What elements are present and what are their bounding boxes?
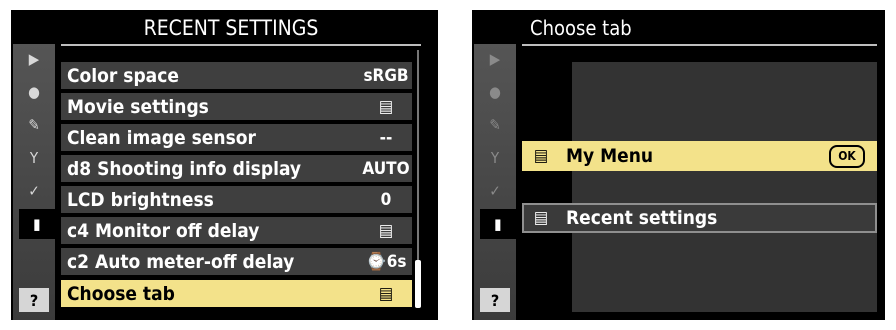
tab-icon: ▤ (378, 283, 394, 304)
menu-sidebar: ▶ ● ✎ Y ✓ ▮ ? (13, 44, 55, 320)
menu-item-clean-image-sensor[interactable]: Clean image sensor -- (61, 124, 412, 151)
option-my-menu[interactable]: ▤ My Menu OK (522, 141, 877, 171)
menu-item-monitor-off-delay[interactable]: c4 Monitor off delay ▤ (61, 217, 412, 244)
custom-settings-icon[interactable]: ✎ (474, 110, 516, 140)
menu-item-label: Movie settings (67, 95, 209, 118)
shooting-menu-icon[interactable]: ● (474, 77, 516, 107)
option-label: Recent settings (566, 207, 718, 229)
menu-item-shooting-info-display[interactable]: d8 Shooting info display AUTO (61, 155, 412, 182)
custom-settings-icon[interactable]: ✎ (13, 110, 55, 140)
retouch-menu-icon[interactable]: ✓ (474, 176, 516, 206)
menu-item-label: Color space (67, 64, 179, 87)
playback-menu-icon[interactable]: ▶ (474, 44, 516, 74)
menu-item-label: LCD brightness (67, 188, 214, 211)
my-menu-icon: ▤ (533, 146, 549, 166)
dimmed-background-panel (572, 62, 877, 312)
menu-item-label: c2 Auto meter-off delay (67, 250, 295, 273)
submenu-icon: ▤ (378, 96, 394, 117)
option-recent-settings[interactable]: ▤ Recent settings (522, 203, 877, 233)
menu-item-value: -- (379, 127, 393, 148)
title-divider (61, 44, 421, 46)
option-label: My Menu (566, 145, 654, 167)
recent-settings-screen: RECENT SETTINGS ▶ ● ✎ Y ✓ ▮ ? Color spac… (11, 10, 438, 320)
menu-item-label: Clean image sensor (67, 126, 256, 149)
menu-item-label: c4 Monitor off delay (67, 219, 260, 242)
ok-button[interactable]: OK (829, 144, 865, 168)
submenu-icon: ▤ (378, 220, 394, 241)
title-divider (522, 44, 877, 46)
scrollbar-thumb[interactable] (415, 260, 421, 308)
menu-item-label: d8 Shooting info display (67, 157, 302, 180)
menu-item-choose-tab[interactable]: Choose tab ▤ (61, 280, 412, 307)
menu-item-value: ⌚6s (365, 251, 407, 272)
menu-item-auto-meter-off-delay[interactable]: c2 Auto meter-off delay ⌚6s (61, 248, 412, 275)
retouch-menu-icon[interactable]: ✓ (13, 176, 55, 206)
shooting-menu-icon[interactable]: ● (13, 77, 55, 107)
setup-menu-icon[interactable]: Y (13, 143, 55, 173)
choose-tab-screen: Choose tab ▶ ● ✎ Y ✓ ▮ ? ▤ My Menu OK ▤ … (472, 10, 885, 320)
recent-settings-tab-icon: ▤ (533, 208, 549, 228)
help-icon[interactable]: ? (19, 288, 49, 312)
setup-menu-icon[interactable]: Y (474, 143, 516, 173)
playback-menu-icon[interactable]: ▶ (13, 44, 55, 74)
page-title: RECENT SETTINGS (143, 16, 319, 40)
menu-sidebar: ▶ ● ✎ Y ✓ ▮ ? (474, 44, 516, 320)
menu-item-value: sRGB (363, 65, 409, 86)
recent-settings-icon[interactable]: ▮ (19, 209, 55, 239)
menu-item-color-space[interactable]: Color space sRGB (61, 62, 412, 89)
menu-item-label: Choose tab (67, 282, 175, 305)
page-title: Choose tab (530, 16, 632, 40)
menu-item-value: 0 (380, 189, 392, 210)
menu-item-lcd-brightness[interactable]: LCD brightness 0 (61, 186, 412, 213)
menu-item-movie-settings[interactable]: Movie settings ▤ (61, 93, 412, 120)
menu-item-value: AUTO (362, 158, 410, 179)
recent-settings-icon[interactable]: ▮ (480, 209, 516, 239)
help-icon[interactable]: ? (480, 288, 510, 312)
